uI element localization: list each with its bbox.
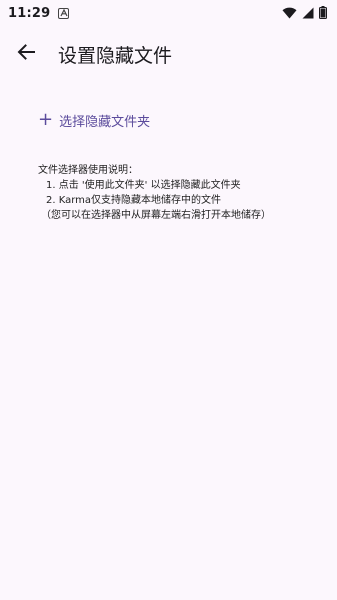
arrow-back-icon — [16, 42, 36, 66]
select-hidden-folder-button[interactable]: + 选择隐藏文件夹 — [30, 104, 158, 136]
cellular-signal-icon — [302, 4, 314, 23]
screen: 11:29 设置隐藏文件 + 选择隐藏文件夹 文件选择器使用说明： 1. 点击 … — [0, 0, 337, 600]
battery-icon — [319, 4, 327, 23]
status-time: 11:29 — [8, 5, 51, 21]
back-button[interactable] — [6, 34, 46, 74]
wifi-icon — [282, 4, 297, 23]
instruction-item-2: 2. Karma仅支持隐藏本地储存中的文件 — [46, 195, 222, 206]
instructions-heading: 文件选择器使用说明： — [38, 165, 138, 176]
status-bar: 11:29 — [0, 0, 337, 26]
status-bar-right — [282, 4, 327, 23]
status-bar-left: 11:29 — [8, 5, 70, 21]
plus-icon: + — [38, 109, 54, 130]
notification-a-icon — [58, 7, 70, 19]
instruction-item-1: 1. 点击 '使用此文件夹' 以选择隐藏此文件夹 — [46, 180, 241, 191]
select-folder-label: 选择隐藏文件夹 — [59, 114, 151, 130]
instructions: 文件选择器使用说明： 1. 点击 '使用此文件夹' 以选择隐藏此文件夹 2. K… — [38, 163, 271, 223]
instruction-note: （您可以在选择器中从屏幕左端右滑打开本地储存） — [41, 210, 271, 221]
app-bar: 设置隐藏文件 — [0, 26, 337, 82]
page-title: 设置隐藏文件 — [58, 44, 173, 67]
